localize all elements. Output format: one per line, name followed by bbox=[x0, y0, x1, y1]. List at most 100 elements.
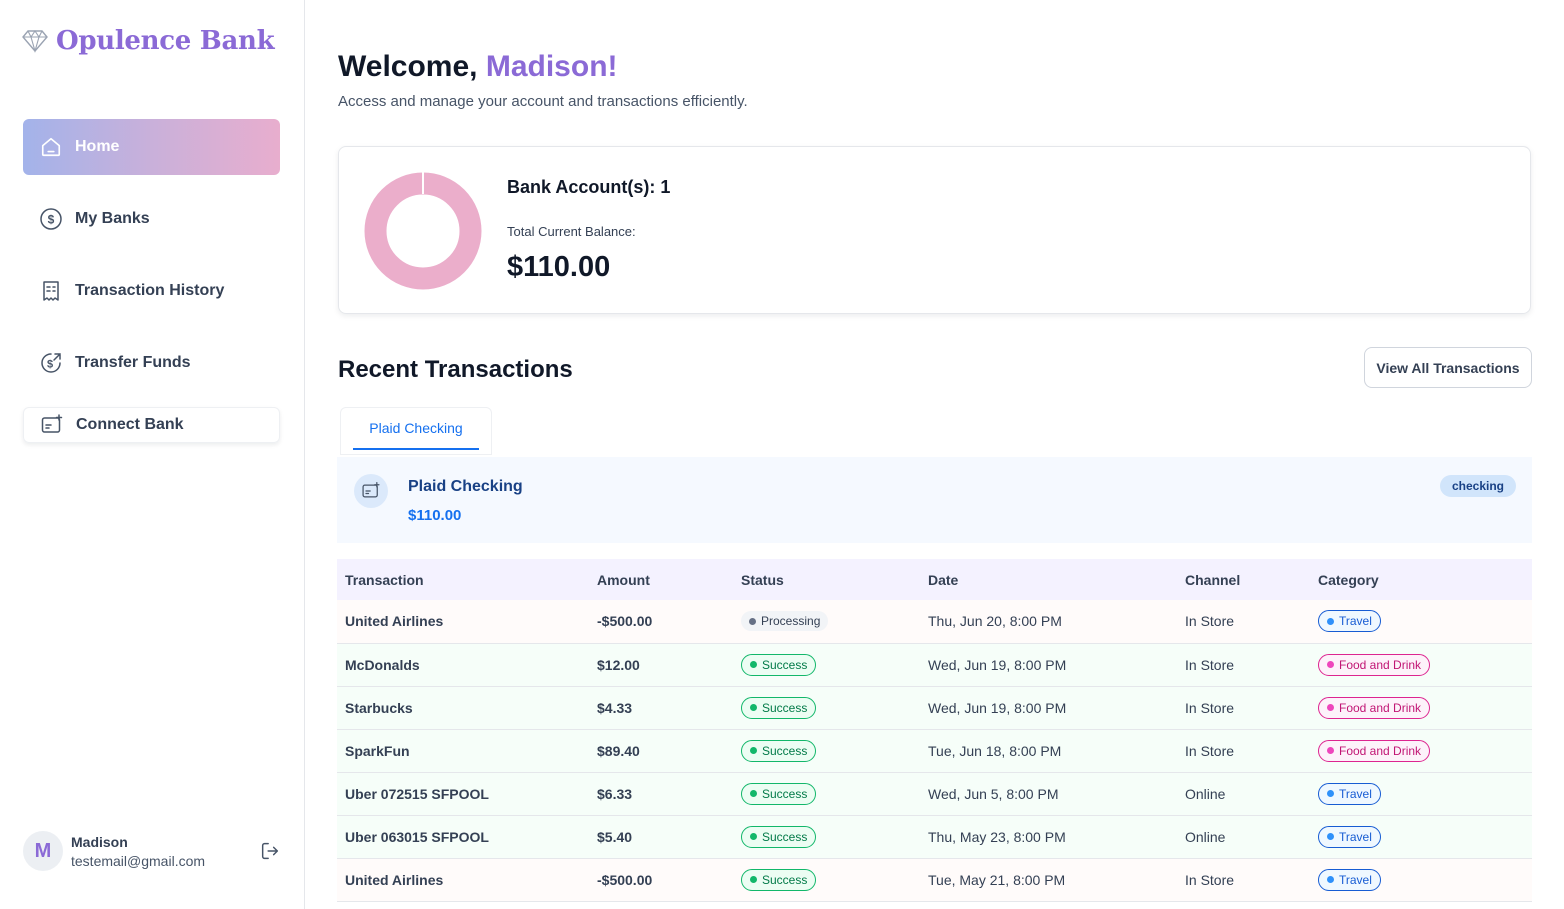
bank-tabs: Plaid Checking bbox=[340, 407, 492, 455]
balance-card: Bank Account(s): 1 Total Current Balance… bbox=[338, 146, 1531, 314]
user-email: testemail@gmail.com bbox=[71, 852, 206, 869]
column-header-status: Status bbox=[733, 559, 920, 600]
transactions-table: Transaction Amount Status Date Channel C… bbox=[337, 559, 1532, 902]
category-dot-icon bbox=[1327, 747, 1334, 754]
category-label: Food and Drink bbox=[1339, 657, 1422, 672]
status-cell: Success bbox=[733, 729, 920, 773]
transaction-date: Tue, Jun 18, 8:00 PM bbox=[920, 729, 1177, 773]
status-badge: Success bbox=[741, 653, 817, 676]
logo[interactable]: Opulence Bank bbox=[22, 26, 275, 56]
transaction-channel: Online bbox=[1177, 815, 1310, 859]
category-badge: Travel bbox=[1318, 868, 1381, 891]
status-badge: Success bbox=[741, 696, 817, 719]
transaction-name: Uber 072515 SFPOOL bbox=[337, 772, 589, 816]
transaction-channel: In Store bbox=[1177, 643, 1310, 687]
bank-balance: $110.00 bbox=[408, 507, 462, 524]
category-badge: Food and Drink bbox=[1318, 696, 1431, 719]
bank-info-panel[interactable]: Plaid Checking $110.00 checking bbox=[337, 457, 1532, 543]
svg-text:$: $ bbox=[48, 213, 55, 227]
page-title: Welcome, Madison! bbox=[338, 50, 618, 84]
tab-plaid-checking[interactable]: Plaid Checking bbox=[353, 408, 479, 450]
connect-bank-icon bbox=[40, 413, 64, 437]
sidebar-item-label: Transaction History bbox=[75, 282, 225, 299]
category-dot-icon bbox=[1327, 617, 1334, 625]
table-header-row: Transaction Amount Status Date Channel C… bbox=[337, 559, 1532, 600]
transaction-date: Wed, Jun 5, 8:00 PM bbox=[920, 772, 1177, 816]
category-dot-icon bbox=[1327, 876, 1334, 883]
transaction-date: Thu, May 23, 8:00 PM bbox=[920, 815, 1177, 859]
page-subtitle: Access and manage your account and trans… bbox=[338, 93, 748, 110]
status-dot-icon bbox=[750, 704, 757, 711]
category-cell: Travel bbox=[1310, 772, 1532, 816]
connect-bank-button[interactable]: Connect Bank bbox=[23, 407, 280, 443]
transaction-date: Tue, May 21, 8:00 PM bbox=[920, 858, 1177, 902]
transaction-name: Uber 063015 SFPOOL bbox=[337, 815, 589, 859]
transaction-channel: In Store bbox=[1177, 729, 1310, 773]
transaction-amount: $4.33 bbox=[589, 686, 733, 730]
table-row[interactable]: McDonalds $12.00 Success Wed, Jun 19, 8:00 … bbox=[337, 643, 1532, 687]
status-label: Processing bbox=[761, 614, 821, 629]
view-all-transactions-button[interactable]: View All Transactions bbox=[1364, 347, 1532, 388]
table-row[interactable]: Starbucks $4.33 Success Wed, Jun 19, 8:00 P… bbox=[337, 686, 1532, 730]
category-label: Food and Drink bbox=[1339, 700, 1422, 715]
logout-icon[interactable] bbox=[259, 840, 281, 862]
transaction-channel: In Store bbox=[1177, 600, 1310, 644]
table-row[interactable]: Uber 072515 SFPOOL $6.33 Success Wed, Jun 5… bbox=[337, 772, 1532, 816]
sidebar-item-home[interactable]: Home bbox=[23, 119, 280, 175]
column-header-category: Category bbox=[1310, 559, 1532, 600]
status-label: Success bbox=[762, 657, 808, 672]
status-dot-icon bbox=[750, 790, 757, 797]
transaction-channel: In Store bbox=[1177, 686, 1310, 730]
category-label: Food and Drink bbox=[1339, 743, 1422, 758]
status-dot-icon bbox=[749, 617, 756, 625]
table-row[interactable]: Uber 063015 SFPOOL $5.40 Success Thu, May 2… bbox=[337, 815, 1532, 859]
dollar-circle-icon: $ bbox=[39, 207, 63, 231]
sidebar-item-label: Transfer Funds bbox=[75, 354, 191, 371]
column-header-transaction: Transaction bbox=[337, 559, 589, 600]
transaction-amount: -$500.00 bbox=[589, 600, 733, 644]
status-cell: Success bbox=[733, 643, 920, 687]
category-cell: Travel bbox=[1310, 858, 1532, 902]
sidebar-item-label: Home bbox=[75, 138, 120, 155]
status-badge: Success bbox=[741, 739, 817, 762]
transaction-date: Thu, Jun 20, 8:00 PM bbox=[920, 600, 1177, 644]
category-cell: Food and Drink bbox=[1310, 686, 1532, 730]
transaction-amount: $89.40 bbox=[589, 729, 733, 773]
category-cell: Food and Drink bbox=[1310, 729, 1532, 773]
connect-bank-label: Connect Bank bbox=[76, 416, 184, 433]
category-badge: Food and Drink bbox=[1318, 653, 1431, 676]
bank-account-count: Bank Account(s): 1 bbox=[507, 177, 671, 197]
transaction-channel: In Store bbox=[1177, 858, 1310, 902]
table-row[interactable]: United Airlines -$500.00 Processing Thu, Ju… bbox=[337, 600, 1532, 644]
sidebar: Opulence Bank Home $ My Banks Transactio… bbox=[0, 0, 305, 909]
user-info: Madison testemail@gmail.com bbox=[71, 834, 205, 869]
app-name: Opulence Bank bbox=[56, 26, 275, 56]
sidebar-item-my-banks[interactable]: $ My Banks bbox=[23, 191, 280, 247]
donut-ring bbox=[364, 172, 482, 290]
receipt-icon bbox=[39, 279, 63, 303]
diamond-logo-icon bbox=[22, 28, 48, 54]
table-row[interactable]: SparkFun $89.40 Success Tue, Jun 18, 8:00 P… bbox=[337, 729, 1532, 773]
category-dot-icon bbox=[1327, 661, 1334, 668]
table-row[interactable]: United Airlines -$500.00 Success Tue, May 2… bbox=[337, 858, 1532, 902]
status-cell: Success bbox=[733, 815, 920, 859]
category-dot-icon bbox=[1327, 833, 1334, 840]
balance-donut-chart bbox=[364, 172, 482, 290]
transaction-amount: $12.00 bbox=[589, 643, 733, 687]
status-label: Success bbox=[762, 872, 808, 887]
sidebar-item-transfer-funds[interactable]: $ Transfer Funds bbox=[23, 335, 280, 391]
home-icon bbox=[39, 135, 63, 159]
avatar[interactable]: M bbox=[23, 831, 63, 871]
bank-name: Plaid Checking bbox=[408, 478, 523, 495]
category-label: Travel bbox=[1339, 872, 1372, 887]
status-badge: Success bbox=[741, 782, 817, 805]
column-header-channel: Channel bbox=[1177, 559, 1310, 600]
category-dot-icon bbox=[1327, 704, 1334, 711]
sidebar-item-transaction-history[interactable]: Transaction History bbox=[23, 263, 280, 319]
transaction-amount: -$500.00 bbox=[589, 858, 733, 902]
transaction-amount: $6.33 bbox=[589, 772, 733, 816]
transaction-name: United Airlines bbox=[337, 600, 589, 644]
category-label: Travel bbox=[1339, 614, 1372, 629]
status-cell: Processing bbox=[733, 600, 920, 644]
transaction-name: Starbucks bbox=[337, 686, 589, 730]
